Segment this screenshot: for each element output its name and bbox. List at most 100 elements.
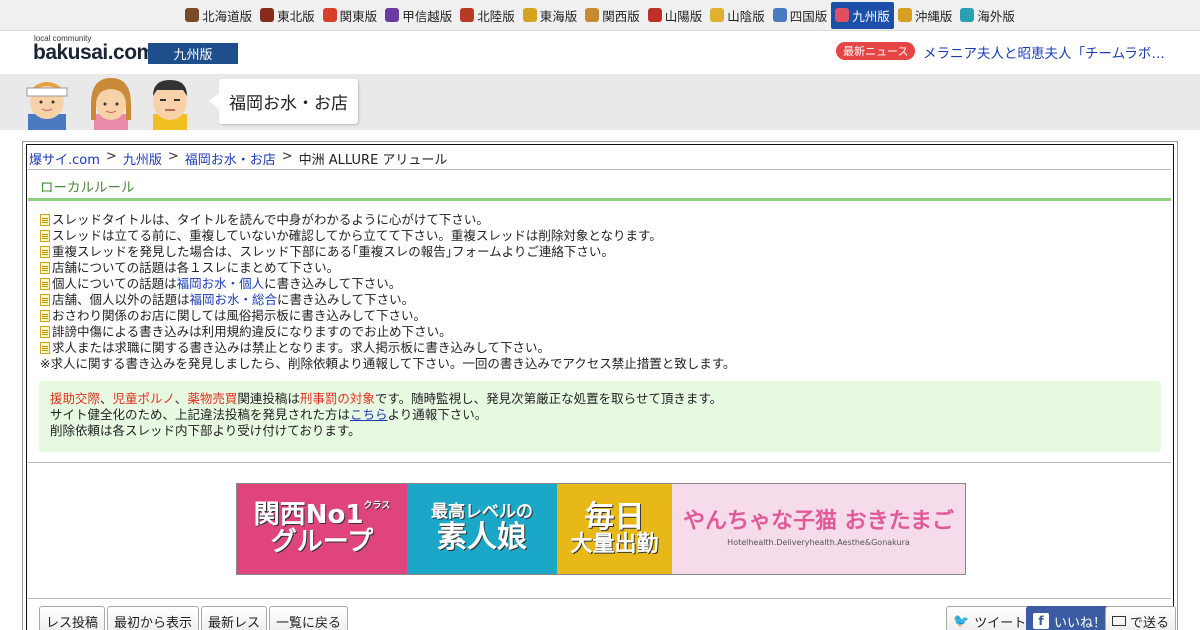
region-tab[interactable]: 関東版 [319,2,382,29]
back-to-list-button[interactable]: 一覧に戻る [269,606,349,630]
region-tab[interactable]: 四国版 [769,2,832,29]
region-tab[interactable]: 北陸版 [456,2,519,29]
report-link[interactable]: こちら [350,407,388,422]
divider [28,598,1171,599]
region-tab-label: 甲信越版 [402,8,453,24]
ad-text: グループ [270,527,374,557]
region-tab[interactable]: 東海版 [519,2,582,29]
document-icon [40,262,50,274]
region-tab[interactable]: 沖縄版 [894,2,957,29]
rule-item: 店舗についての話題は各１スレにまとめて下さい。 [40,260,1160,276]
view-from-start-button[interactable]: 最初から表示 [107,606,200,630]
send-label: で送る [1130,615,1170,630]
edition-badge[interactable]: 九州版 [148,43,238,64]
region-tab[interactable]: 関西版 [581,2,644,29]
cow-icon [185,8,200,22]
udon-icon [772,8,787,22]
region-tab[interactable]: 東北版 [256,2,319,29]
region-tab[interactable]: 海外版 [956,2,1019,29]
link-fukuoka-sougou[interactable]: 福岡お水・総合 [190,292,278,308]
document-icon [40,310,50,322]
ad-text: 毎日 [584,499,645,535]
warning-text: です。随時監視し、発見次第厳正な処置を取らせて頂きます。 [374,391,723,406]
region-tab-label: 関西版 [602,8,640,24]
region-tab-label: 沖縄版 [914,8,953,24]
warning-text: より通報下さい。 [387,407,488,422]
mascot-girl-cap-icon [26,82,68,130]
region-tab-label: 北陸版 [477,8,515,24]
region-tab[interactable]: 山陰版 [706,2,769,29]
warning-text: 、 [174,391,188,406]
mask-icon [710,8,725,22]
like-label: いいね！ [1054,615,1107,630]
region-tab[interactable]: 北海道版 [181,2,256,29]
facebook-like-button[interactable]: f いいね！ [1026,606,1114,630]
ad-segment-2: 最高レベルの 素人娘 [407,484,557,574]
warning-term: 児童ポルノ [112,391,175,406]
breadcrumb-link-home[interactable]: 爆サイ.com [29,149,100,168]
link-fukuoka-kojin[interactable]: 福岡お水・個人 [177,276,265,292]
local-rules-list: スレッドタイトルは、タイトルを読んで中身がわかるように心がけて下さい。 スレッド… [40,212,1160,372]
breadcrumb-link-kyushu[interactable]: 九州版 [123,149,162,168]
region-tab[interactable]: 九州版 [831,1,894,29]
gate-icon [460,8,475,22]
ad-segment-4: やんちゃな子猫 おきたまご Hotelhealth.Deliveryhealth… [672,484,965,574]
region-tab[interactable]: 甲信越版 [381,2,456,29]
ad-text: やんちゃな子猫 おきたまご [682,509,954,535]
warning-line-2: サイト健全化のため、上記違法投稿を発見された方はこちらより通報下さい。 [50,407,1150,423]
breadcrumb-link-board[interactable]: 福岡お水・お店 [185,149,276,168]
post-reply-button[interactable]: レス投稿 [39,606,106,630]
divider [28,169,1171,170]
warning-text: 関連投稿は [237,391,300,406]
facebook-icon: f [1033,613,1049,629]
rule-text: 店舗、個人以外の話題は [52,292,190,307]
globe-icon [960,8,975,22]
breadcrumb-current-thread: 中洲 ALLURE アリュール [298,153,448,168]
latest-news-label: 最新ニュース [836,42,916,60]
mail-icon [1112,616,1126,626]
shisa-icon [897,8,912,22]
rule-item: スレッドは立てる前に、重複していないか確認してから立てて下さい。重複スレッドは削… [40,228,1160,244]
rule-text: 誹謗中傷による書き込みは利用規約違反になりますのでお止め下さい。 [52,324,452,339]
ad-segment-1: 関西No1クラス グループ [237,484,407,574]
tokyo-tower-icon [322,8,337,22]
region-tab-label: 山陰版 [727,8,765,24]
document-icon [40,230,50,242]
document-icon [40,278,50,290]
warning-term: 刑事罰の対象 [299,391,375,406]
ad-text: Hotelhealth.Deliveryhealth.Aesthe&Gonaku… [727,538,910,548]
document-icon [40,294,50,306]
region-tab-label: 関東版 [339,8,378,24]
rule-item: 求人または求職に関する書き込みは禁止となります。求人掲示板に書き込みして下さい。 [40,340,1160,356]
tweet-button[interactable]: 🐦 ツイート [946,606,1034,630]
rule-item: 誹謗中傷による書き込みは利用規約違反になりますのでお止め下さい。 [40,324,1160,340]
rule-item: 重複スレッドを発見した場合は、スレッド下部にある｢重複スレの報告｣フォームよりご… [40,244,1160,260]
site-logo[interactable]: bakusai.com [33,41,155,65]
rule-item: おさわり関係のお店に関しては風俗掲示板に書き込みして下さい。 [40,308,1160,324]
ad-text: 関西No1 [253,499,364,530]
rule-text: スレッドタイトルは、タイトルを読んで中身がわかるように心がけて下さい。 [52,212,489,227]
rule-note: ※求人に関する書き込みを発見しましたら、削除依頼より通報して下さい。一回の書き込… [40,356,736,371]
breadcrumb-separator: > [105,149,117,164]
document-icon [40,342,50,354]
namahage-icon [260,8,275,22]
breadcrumb-separator: > [167,149,179,164]
rule-item: 個人についての話題は 福岡お水・個人 に書き込みして下さい。 [40,276,1160,292]
region-tab-label: 東海版 [539,8,578,24]
rule-item: スレッドタイトルは、タイトルを読んで中身がわかるように心がけて下さい。 [40,212,1160,228]
local-rules-divider [28,198,1171,201]
send-mail-button[interactable]: で送る [1105,606,1177,630]
fish-icon [835,8,850,22]
latest-news-link[interactable]: メラニア夫人と昭恵夫人「チームラボ… [923,42,1178,62]
region-tab[interactable]: 山陽版 [644,2,707,29]
tweet-label: ツイート [974,615,1027,630]
rule-item: 店舗、個人以外の話題は 福岡お水・総合 に書き込みして下さい。 [40,292,1160,308]
document-icon [40,246,50,258]
board-banner: 福岡お水・お店 [0,74,1200,130]
document-icon [40,214,50,226]
divider [28,462,1171,463]
rule-text: スレッドは立てる前に、重複していないか確認してから立てて下さい。重複スレッドは削… [52,228,662,243]
document-icon [40,326,50,338]
latest-replies-button[interactable]: 最新レス [201,606,268,630]
ad-banner[interactable]: 関西No1クラス グループ 最高レベルの 素人娘 毎日 大量出勤 やんちゃな子猫… [236,483,966,575]
